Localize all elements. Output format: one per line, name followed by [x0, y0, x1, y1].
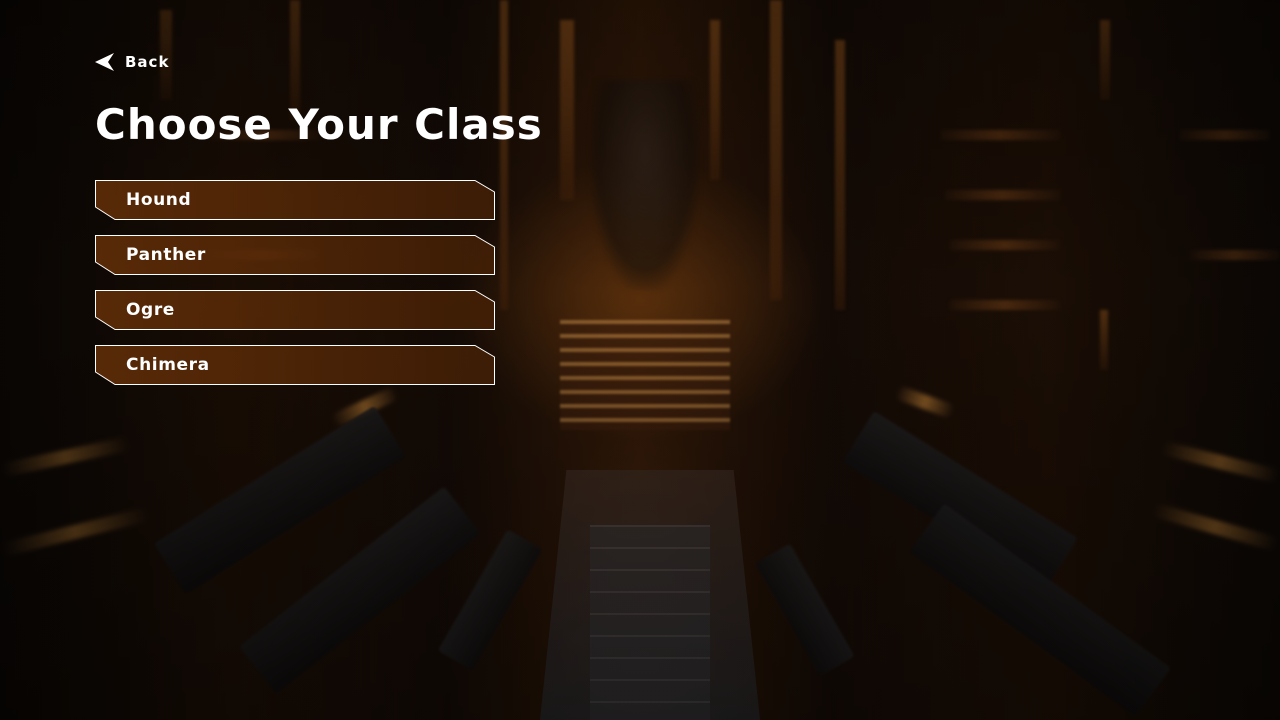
class-option-chimera[interactable]: Chimera [95, 345, 495, 385]
class-select-screen: Back Choose Your Class Hound Panther Ogr… [0, 0, 1280, 720]
class-option-label: Chimera [126, 355, 210, 375]
class-list: Hound Panther Ogre Chimera [95, 180, 495, 400]
class-option-label: Ogre [126, 300, 175, 320]
class-option-ogre[interactable]: Ogre [95, 290, 495, 330]
back-button[interactable]: Back [95, 52, 169, 72]
page-title: Choose Your Class [95, 100, 543, 149]
class-option-hound[interactable]: Hound [95, 180, 495, 220]
class-option-label: Panther [126, 245, 206, 265]
chevron-left-icon [95, 53, 114, 71]
back-button-label: Back [125, 53, 170, 71]
class-option-panther[interactable]: Panther [95, 235, 495, 275]
class-option-label: Hound [126, 190, 192, 210]
